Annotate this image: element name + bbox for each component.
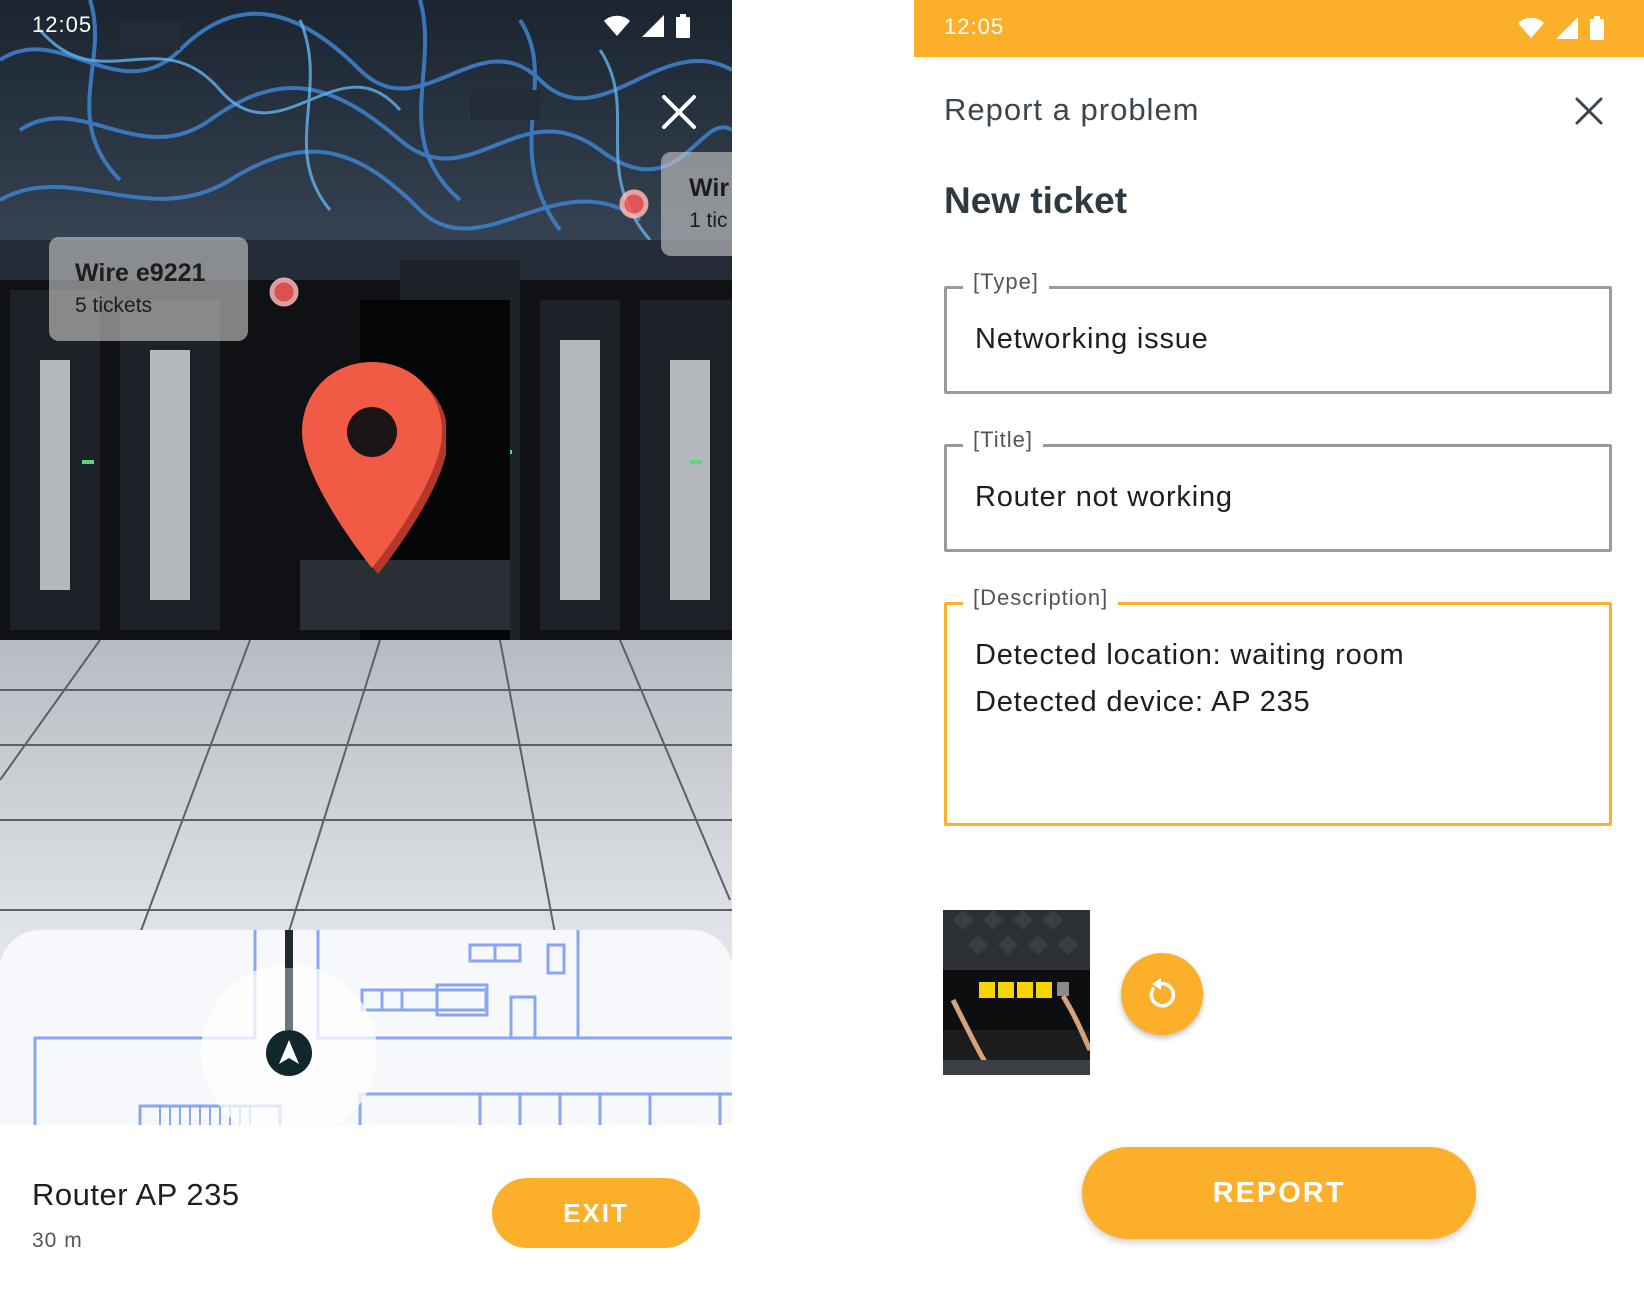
- description-line-device: Detected device: AP 235: [975, 686, 1311, 718]
- report-problem-screen: 12:05 Report a problem New ticket [Type]…: [914, 0, 1644, 1299]
- status-bar: 12:05: [0, 0, 732, 52]
- ar-label-subtitle: 5 tickets: [75, 294, 153, 317]
- title-field[interactable]: [Title] Router not working: [944, 427, 1612, 552]
- battery-icon: [676, 14, 690, 38]
- wifi-icon: [604, 15, 630, 36]
- status-bar: 12:05: [914, 0, 1644, 57]
- type-field[interactable]: [Type] Networking issue: [944, 269, 1612, 394]
- floor-plan: [33, 930, 732, 1125]
- refresh-icon: [1149, 978, 1176, 1008]
- target-distance: 30 m: [32, 1229, 83, 1252]
- ar-camera-view: 12:05 Wire e9221 5 tickets Wir 1 tic: [0, 0, 732, 1125]
- navigation-arrow-icon: [266, 1030, 312, 1076]
- form-heading: New ticket: [944, 180, 1128, 221]
- wifi-icon: [1518, 17, 1544, 38]
- ar-label-subtitle: 1 tic: [689, 209, 728, 232]
- description-line-location: Detected location: waiting room: [975, 639, 1405, 671]
- type-field-value: Networking issue: [975, 323, 1209, 355]
- title-field-label: [Title]: [963, 427, 1043, 453]
- sheet-title: Report a problem: [944, 92, 1200, 127]
- router-photo: [943, 910, 1090, 1075]
- signal-icon: [1556, 17, 1578, 39]
- title-field-value: Router not working: [975, 481, 1233, 513]
- report-button[interactable]: REPORT: [1082, 1147, 1476, 1239]
- target-panel: Router AP 235 30 m EXIT: [0, 1125, 732, 1299]
- ar-label-title: Wire e9221: [75, 259, 206, 287]
- target-device-name: Router AP 235: [32, 1177, 240, 1212]
- router-photo-thumbnail[interactable]: [943, 910, 1090, 1075]
- ar-label-title: Wir: [689, 174, 730, 202]
- status-time: 12:05: [32, 12, 93, 37]
- status-time: 12:05: [944, 14, 1005, 39]
- battery-icon: [1590, 16, 1604, 40]
- close-icon[interactable]: [1574, 96, 1604, 126]
- ar-navigation-screen: 12:05 Wire e9221 5 tickets Wir 1 tic Rou…: [0, 0, 732, 1299]
- map-pin-icon[interactable]: [298, 362, 446, 578]
- close-icon[interactable]: [660, 93, 698, 131]
- description-field-label: [Description]: [963, 585, 1119, 611]
- retake-photo-button[interactable]: [1121, 953, 1203, 1035]
- exit-button[interactable]: EXIT: [492, 1178, 700, 1248]
- type-field-label: [Type]: [963, 269, 1049, 295]
- ar-label-wire-e9221[interactable]: Wire e9221 5 tickets: [49, 237, 248, 341]
- description-field[interactable]: [Description] Detected location: waiting…: [944, 585, 1612, 826]
- floor-minimap[interactable]: [0, 930, 732, 1125]
- signal-icon: [642, 15, 664, 37]
- ar-label-wire-partial[interactable]: Wir 1 tic: [661, 152, 732, 256]
